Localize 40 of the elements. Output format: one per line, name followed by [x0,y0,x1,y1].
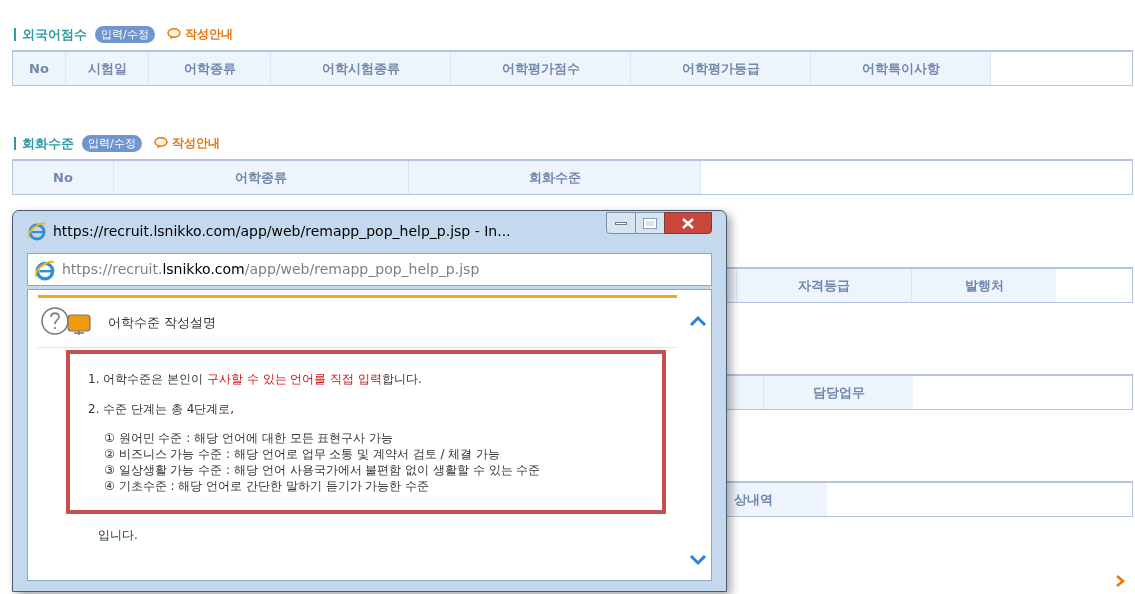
column-header: 담당업무 [763,376,913,409]
browser-icon [27,221,47,241]
column-header: 어학평가등급 [631,52,811,85]
column-header: 어학종류 [114,161,409,194]
edit-button[interactable]: 입력/수정 [95,25,155,43]
column-header: 시험일 [66,52,149,85]
level-item: ③ 일상생활 가능 수준 : 해당 언어 사용국가에서 불편함 없이 생활할 수 있는 수준 [103,462,542,478]
chevron-right-icon[interactable] [1114,574,1126,588]
level-item: ② 비즈니스 가능 수준 : 해당 언어로 업무 소통 및 계약서 검토 / 체결 가능 [103,446,502,462]
column-header: 어학종류 [149,52,271,85]
speech-bubble-icon [153,137,168,149]
close-icon [682,217,694,229]
column-header: No [13,52,66,85]
guide-text: 2. 수준 단계는 총 4단계로, [88,401,236,418]
window-title: https://recruit.lsnikko.com/app/web/remapp_pop_help_p.jsp - In... [53,221,511,241]
column-header: 발행처 [911,269,1056,302]
scroll-down-icon[interactable] [689,554,707,566]
level-item: ④ 기초수준 : 해당 언어로 간단한 말하기 듣기가 가능한 수준 [103,478,431,494]
close-button[interactable] [664,212,712,234]
section-title: 회화수준 [14,136,74,150]
minimize-button[interactable] [606,212,636,234]
address-field[interactable]: https://recruit.lsnikko.com/app/web/remapp_pop_help_p.jsp [27,253,712,286]
guide-link[interactable]: 작성안내 [153,134,220,152]
column-header: 어학시험종류 [271,52,451,85]
column-header: 어학평가점수 [451,52,631,85]
guide-link[interactable]: 작성안내 [166,25,233,43]
scroll-up-icon[interactable] [689,315,707,327]
column-header: 자격등급 [736,269,911,302]
level-item: ① 원어민 수준 : 해당 언어에 대한 모든 표현구사 가능 [103,430,395,446]
speech-bubble-icon [166,28,181,40]
edit-button[interactable]: 입력/수정 [82,134,142,152]
maximize-button[interactable] [636,212,664,234]
column-header: 어학특이사항 [811,52,991,85]
help-heading: 어학수준 작성설명 [108,313,217,332]
guide-text: 1. 어학수준은 본인이 구사할 수 있는 언어를 직접 입력합니다. [88,371,423,388]
column-header: No [13,161,114,194]
section-title: 외국어점수 [14,27,87,41]
column-header: 회화수준 [409,161,701,194]
guide-text: 입니다. [98,527,139,544]
browser-icon [34,258,56,281]
